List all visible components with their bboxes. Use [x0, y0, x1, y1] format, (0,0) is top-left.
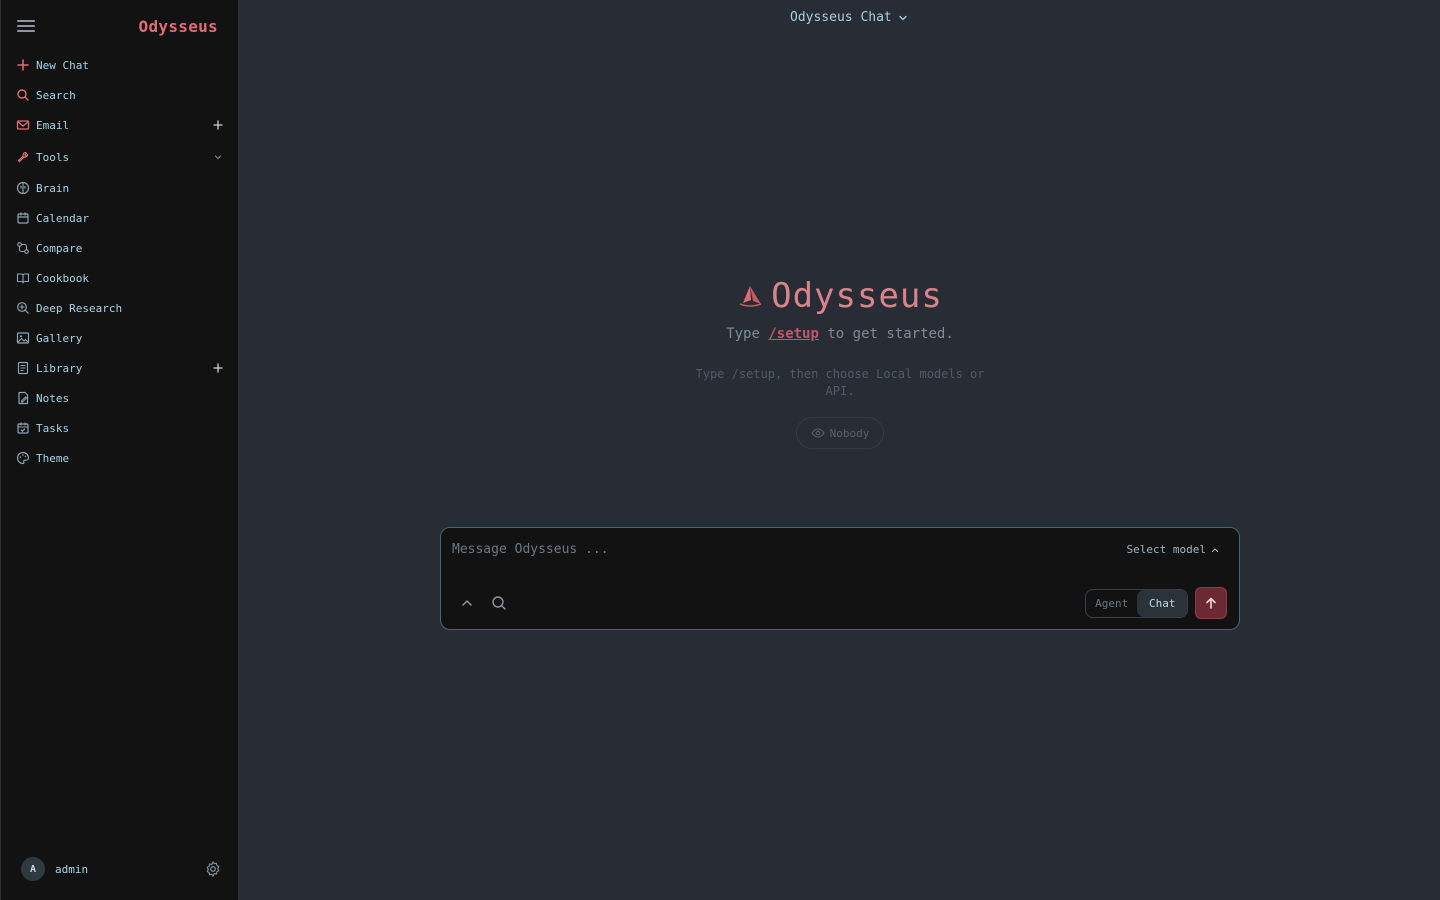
username[interactable]: admin	[55, 863, 88, 876]
sidebar-item-label: Deep Research	[36, 301, 123, 315]
add-email-plus-icon[interactable]	[211, 118, 225, 132]
sidebar-item-compare[interactable]: Compare	[15, 236, 227, 260]
avatar[interactable]: A	[21, 857, 45, 881]
sidebar-item-label: Notes	[36, 391, 70, 405]
notes-icon	[15, 390, 31, 406]
wrench-icon	[15, 149, 31, 165]
eye-icon	[810, 428, 825, 438]
sail-logo-icon	[739, 286, 762, 307]
sidebar-item-new-chat[interactable]: New Chat	[15, 53, 227, 77]
hero-subtitle: Type /setup to get started.	[640, 326, 1040, 342]
chevron-down-icon	[899, 15, 907, 20]
search-icon[interactable]	[491, 595, 507, 611]
sidebar-item-label: Email	[36, 118, 70, 132]
book-icon	[15, 270, 31, 286]
mode-toggle: Agent Chat	[1085, 589, 1188, 618]
sidebar-item-label: Tasks	[36, 421, 70, 435]
sidebar: Odysseus New Chat Search Email Tools Bra…	[0, 0, 239, 900]
brain-icon	[15, 180, 31, 196]
sidebar-item-gallery[interactable]: Gallery	[15, 326, 227, 350]
sidebar-item-label: Gallery	[36, 331, 83, 345]
chevron-up-icon	[1211, 547, 1219, 552]
plus-icon	[15, 57, 31, 73]
mode-chat-button[interactable]: Chat	[1137, 590, 1187, 617]
palette-icon	[15, 450, 31, 466]
mode-agent-button[interactable]: Agent	[1086, 590, 1137, 617]
send-button[interactable]	[1195, 587, 1227, 619]
sidebar-item-label: Tools	[36, 150, 70, 164]
user-profile: A admin	[21, 856, 226, 882]
model-selector-label: Select model	[1126, 543, 1206, 556]
menu-icon[interactable]	[17, 20, 35, 34]
gear-icon[interactable]	[204, 860, 222, 878]
sidebar-item-label: Brain	[36, 181, 70, 195]
welcome-hero: Odysseus Type /setup to get started. Typ…	[640, 276, 1040, 449]
hero-hint: Type /setup, then choose Local models or…	[695, 367, 985, 398]
chat-title-dropdown[interactable]: Odysseus Chat	[790, 10, 908, 25]
research-icon	[15, 300, 31, 316]
arrow-up-icon	[1206, 597, 1216, 609]
sidebar-item-label: New Chat	[36, 58, 89, 72]
sidebar-item-tools[interactable]: Tools	[15, 145, 227, 169]
brand-logo-text[interactable]: Odysseus	[139, 17, 218, 36]
expand-chevron-up-icon[interactable]	[460, 595, 474, 609]
chevron-down-icon[interactable]	[211, 150, 225, 164]
sidebar-item-deep-research[interactable]: Deep Research	[15, 296, 227, 320]
sidebar-item-library[interactable]: Library	[15, 356, 227, 380]
sidebar-item-calendar[interactable]: Calendar	[15, 206, 227, 230]
image-icon	[15, 330, 31, 346]
message-input[interactable]	[452, 540, 1092, 558]
sidebar-item-email[interactable]: Email	[15, 113, 227, 137]
search-icon	[15, 87, 31, 103]
sidebar-item-label: Search	[36, 88, 76, 102]
sidebar-item-label: Compare	[36, 241, 83, 255]
compare-icon	[15, 240, 31, 256]
sidebar-item-notes[interactable]: Notes	[15, 386, 227, 410]
sidebar-item-label: Theme	[36, 451, 70, 465]
hero-sub-suffix: to get started.	[827, 326, 954, 342]
add-library-plus-icon[interactable]	[211, 361, 225, 375]
message-composer: Select model Agent Chat	[440, 527, 1240, 630]
calendar-icon	[15, 210, 31, 226]
sidebar-item-brain[interactable]: Brain	[15, 176, 227, 200]
hero-title-text: Odysseus	[771, 276, 943, 316]
chat-title: Odysseus Chat	[790, 10, 892, 25]
hero-title: Odysseus	[640, 276, 1040, 316]
sidebar-item-label: Calendar	[36, 211, 89, 225]
sidebar-item-cookbook[interactable]: Cookbook	[15, 266, 227, 290]
library-icon	[15, 360, 31, 376]
model-selector[interactable]: Select model	[1127, 543, 1219, 556]
setup-command-link[interactable]: /setup	[768, 326, 819, 342]
sidebar-item-search[interactable]: Search	[15, 83, 227, 107]
sidebar-item-label: Cookbook	[36, 271, 89, 285]
visibility-badge[interactable]: Nobody	[796, 417, 884, 449]
hero-sub-prefix: Type	[726, 326, 760, 342]
sidebar-item-tasks[interactable]: Tasks	[15, 416, 227, 440]
sidebar-item-theme[interactable]: Theme	[15, 446, 227, 470]
visibility-label: Nobody	[829, 426, 870, 440]
app-root: Odysseus New Chat Search Email Tools Bra…	[0, 0, 1440, 900]
sidebar-item-label: Library	[36, 361, 83, 375]
tasks-icon	[15, 420, 31, 436]
mail-icon	[15, 117, 31, 133]
